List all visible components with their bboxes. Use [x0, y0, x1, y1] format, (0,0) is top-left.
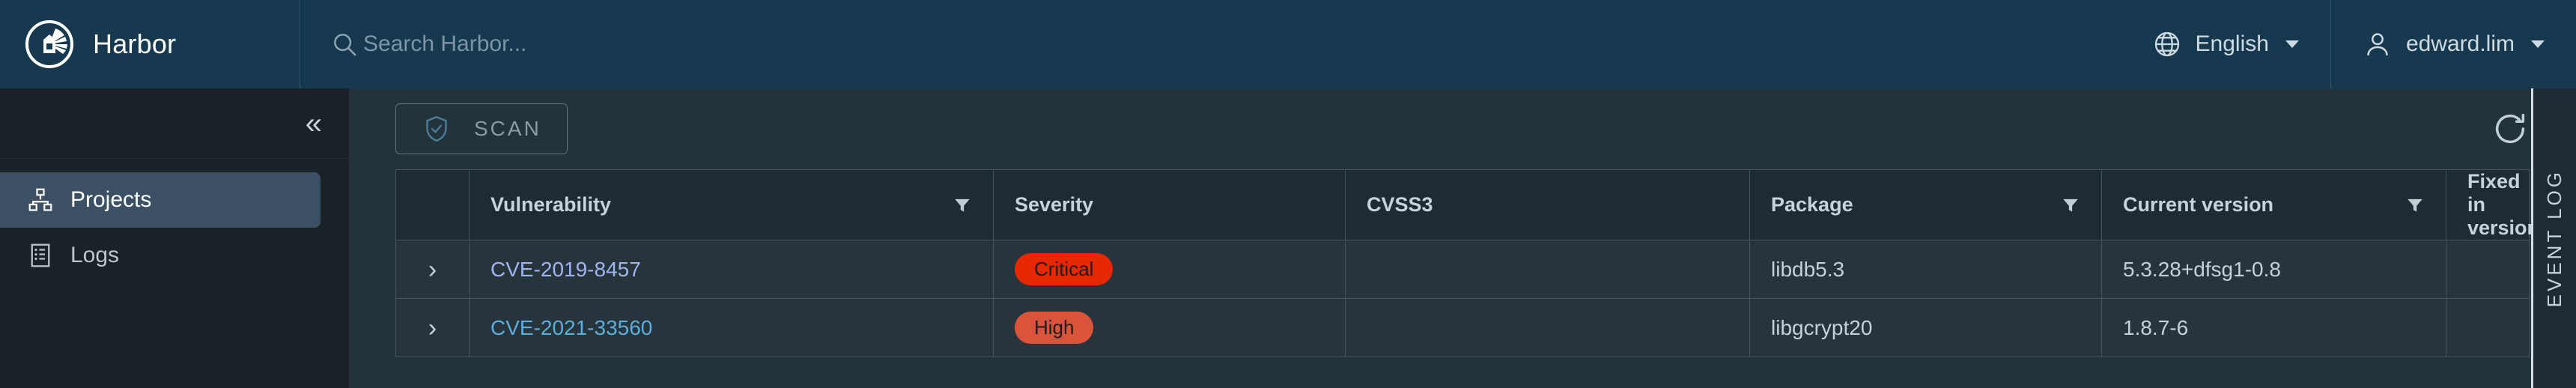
column-label: CVSS3 — [1367, 193, 1433, 216]
main-content: SCAN Vulnerability Severity CVSS3 Packag… — [349, 88, 2576, 388]
column-label: Current version — [2123, 193, 2274, 216]
table-header: Vulnerability Severity CVSS3 Package Cur… — [395, 169, 2557, 240]
sidebar-item-label: Projects — [70, 187, 152, 212]
column-header-package[interactable]: Package — [1749, 169, 2102, 240]
cell-cvss3 — [1345, 240, 1750, 299]
double-chevron-left-icon: « — [305, 106, 322, 140]
table-header-row: Vulnerability Severity CVSS3 Package Cur… — [395, 169, 2557, 240]
cell-package: libdb5.3 — [1749, 240, 2102, 299]
user-icon — [2363, 29, 2393, 59]
cell-current-version: 5.3.28+dfsg1-0.8 — [2101, 240, 2446, 299]
user-name-label: edward.lim — [2405, 31, 2515, 56]
cell-vulnerability: CVE-2021-33560 — [469, 298, 994, 357]
column-label: Package — [1771, 193, 1853, 216]
cell-current-version: 1.8.7-6 — [2101, 298, 2446, 357]
sidebar-collapse-button[interactable]: « — [0, 88, 349, 159]
sidebar-item-label: Logs — [70, 243, 120, 267]
vulnerability-link[interactable]: CVE-2021-33560 — [490, 316, 652, 339]
table-row[interactable]: › CVE-2019-8457 Critical libdb5.3 5.3.28… — [395, 240, 2530, 299]
vulnerabilities-table-wrap: Vulnerability Severity CVSS3 Package Cur… — [349, 169, 2576, 357]
cell-cvss3 — [1345, 298, 1750, 357]
event-log-label: EVENT LOG — [2543, 169, 2566, 308]
column-header-cvss3[interactable]: CVSS3 — [1345, 169, 1750, 240]
search-input[interactable] — [363, 31, 887, 57]
column-header-vulnerability[interactable]: Vulnerability — [469, 169, 994, 240]
column-label: Severity — [1015, 193, 1094, 216]
column-label: Fixed in version — [2467, 170, 2540, 239]
chevron-down-icon — [2531, 40, 2545, 48]
user-menu[interactable]: edward.lim — [2331, 0, 2576, 88]
cell-severity: Critical — [993, 240, 1346, 299]
vulnerability-toolbar: SCAN — [349, 88, 2576, 169]
cell-fixed-in-version — [2446, 299, 2530, 357]
refresh-icon[interactable] — [2491, 109, 2530, 148]
column-header-current-version[interactable]: Current version — [2101, 169, 2446, 240]
cell-severity: High — [993, 298, 1346, 357]
hierarchy-icon — [27, 187, 54, 213]
row-expand-cell[interactable]: › — [395, 240, 470, 299]
filter-icon[interactable] — [953, 195, 972, 215]
cell-fixed-in-version — [2446, 240, 2530, 299]
filter-icon[interactable] — [2061, 195, 2080, 215]
chevron-right-icon[interactable]: › — [428, 257, 437, 282]
sidebar: « Projects Logs — [0, 88, 349, 388]
status-badge: Critical — [1015, 253, 1114, 285]
brand-area[interactable]: Harbor — [0, 0, 300, 88]
sidebar-item-logs[interactable]: Logs — [0, 228, 321, 283]
harbor-lighthouse-logo-icon — [25, 20, 73, 68]
shield-check-icon — [422, 114, 452, 144]
filter-icon[interactable] — [2405, 195, 2425, 215]
sidebar-item-projects[interactable]: Projects — [0, 172, 321, 228]
column-header-fixed-in-version[interactable]: Fixed in version — [2446, 170, 2557, 240]
column-label: Vulnerability — [490, 193, 612, 216]
status-badge: High — [1015, 312, 1094, 344]
column-header-severity[interactable]: Severity — [993, 169, 1346, 240]
row-expand-cell[interactable]: › — [395, 298, 470, 357]
search-area[interactable] — [300, 0, 2121, 88]
scan-button[interactable]: SCAN — [395, 103, 568, 154]
table-row[interactable]: › CVE-2021-33560 High libgcrypt20 1.8.7-… — [395, 298, 2530, 357]
language-selector[interactable]: English — [2121, 0, 2330, 88]
chevron-down-icon — [2285, 40, 2299, 48]
table-body: › CVE-2019-8457 Critical libdb5.3 5.3.28… — [395, 240, 2530, 357]
brand-title: Harbor — [93, 28, 177, 59]
globe-icon — [2152, 29, 2182, 59]
language-label: English — [2195, 31, 2269, 56]
vulnerability-link[interactable]: CVE-2019-8457 — [490, 258, 641, 281]
column-header-expand — [395, 169, 470, 240]
sidebar-nav: Projects Logs — [0, 159, 349, 283]
scan-button-label: SCAN — [474, 117, 541, 140]
event-log-panel-tab[interactable]: EVENT LOG — [2531, 88, 2576, 388]
search-icon — [330, 30, 359, 58]
vulnerabilities-table: Vulnerability Severity CVSS3 Package Cur… — [395, 169, 2557, 357]
cell-package: libgcrypt20 — [1749, 298, 2102, 357]
cell-vulnerability: CVE-2019-8457 — [469, 240, 994, 299]
top-header: Harbor English — [0, 0, 2576, 88]
chevron-right-icon[interactable]: › — [428, 315, 437, 341]
list-document-icon — [27, 242, 54, 269]
header-right-actions: English edward.lim — [2121, 0, 2576, 88]
